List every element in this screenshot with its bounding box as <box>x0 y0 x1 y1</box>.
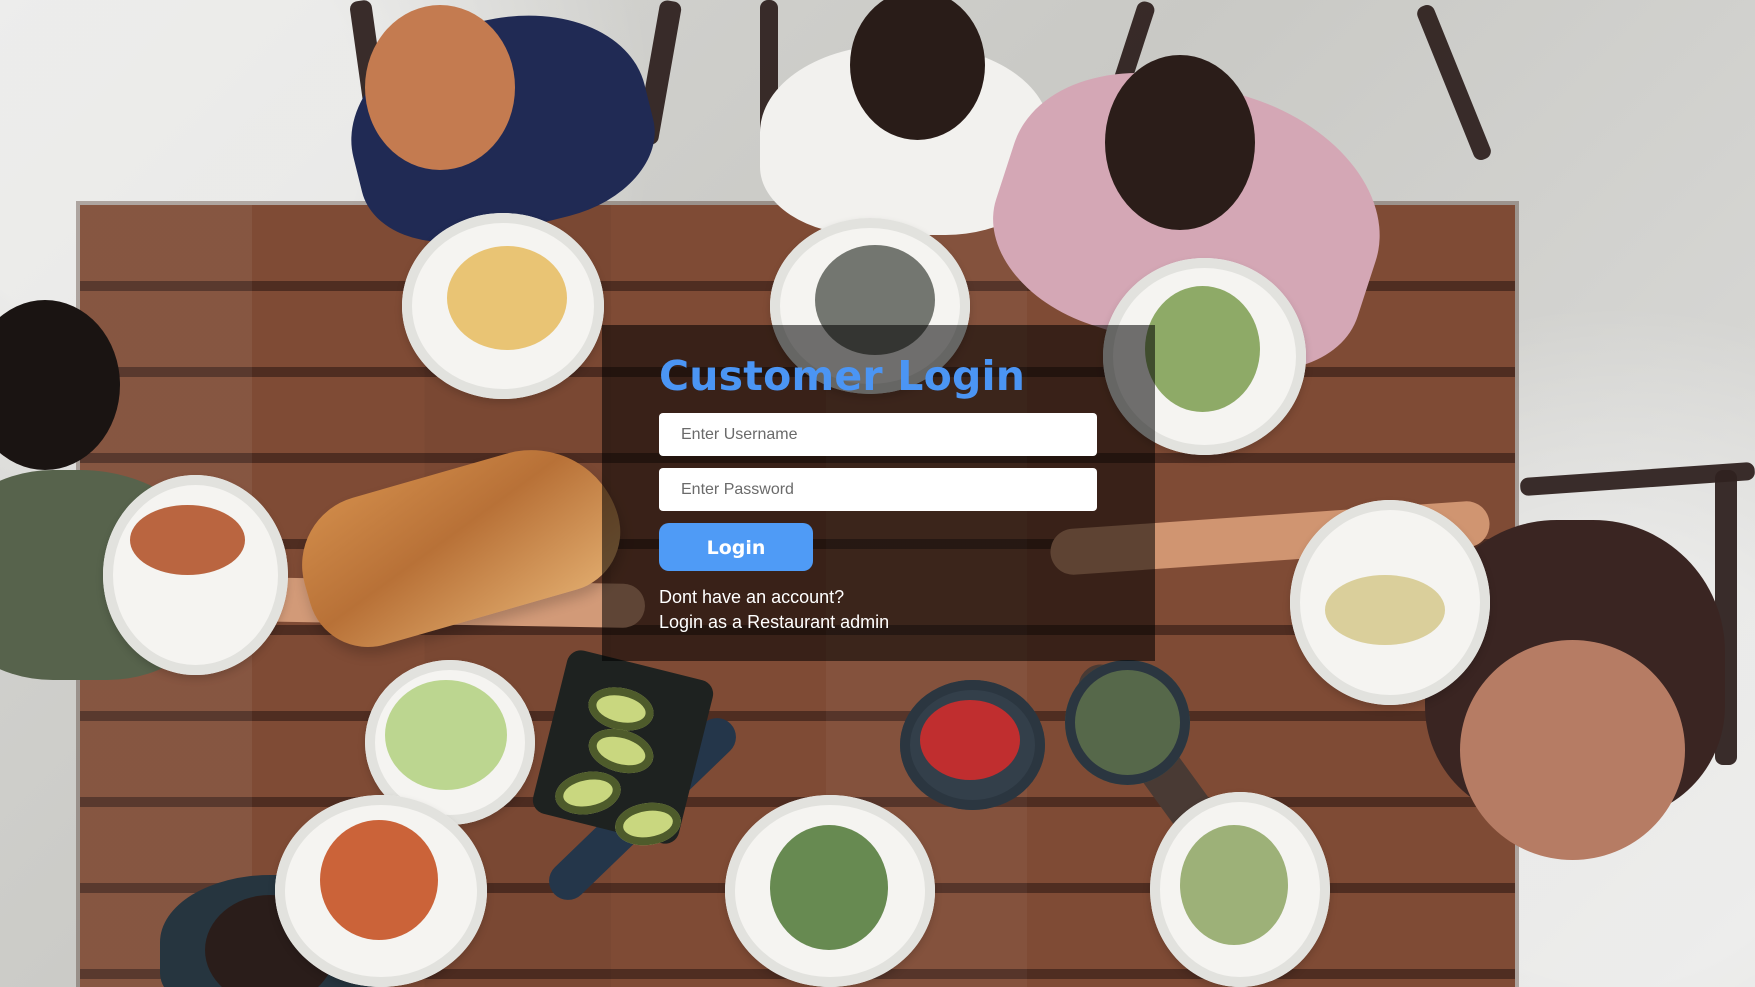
username-input[interactable] <box>659 413 1097 456</box>
pasta-food <box>1145 286 1260 412</box>
diner-right-head <box>1460 640 1685 860</box>
diner-top-left-head <box>365 5 515 170</box>
password-input[interactable] <box>659 468 1097 511</box>
noodle-food <box>1180 825 1288 945</box>
lettuce-food <box>385 680 507 790</box>
login-title: Customer Login <box>659 352 1026 400</box>
customer-login-form: Customer Login Login Dont have an accoun… <box>602 325 1155 661</box>
diner-top-right-head <box>1105 55 1255 230</box>
salad-food <box>1325 575 1445 645</box>
tomato-food <box>130 505 245 575</box>
login-button[interactable]: Login <box>659 523 813 571</box>
restaurant-admin-login-link[interactable]: Login as a Restaurant admin <box>659 610 889 635</box>
cherry-tomatoes <box>920 700 1020 780</box>
spaghetti-food <box>320 820 438 940</box>
pasta-food <box>447 246 567 350</box>
spinach-bowl <box>1065 660 1190 785</box>
greens-food <box>770 825 888 950</box>
login-page: Customer Login Login Dont have an accoun… <box>0 0 1755 987</box>
login-links: Dont have an account? Login as a Restaur… <box>659 585 1097 635</box>
signup-link[interactable]: Dont have an account? <box>659 585 844 610</box>
